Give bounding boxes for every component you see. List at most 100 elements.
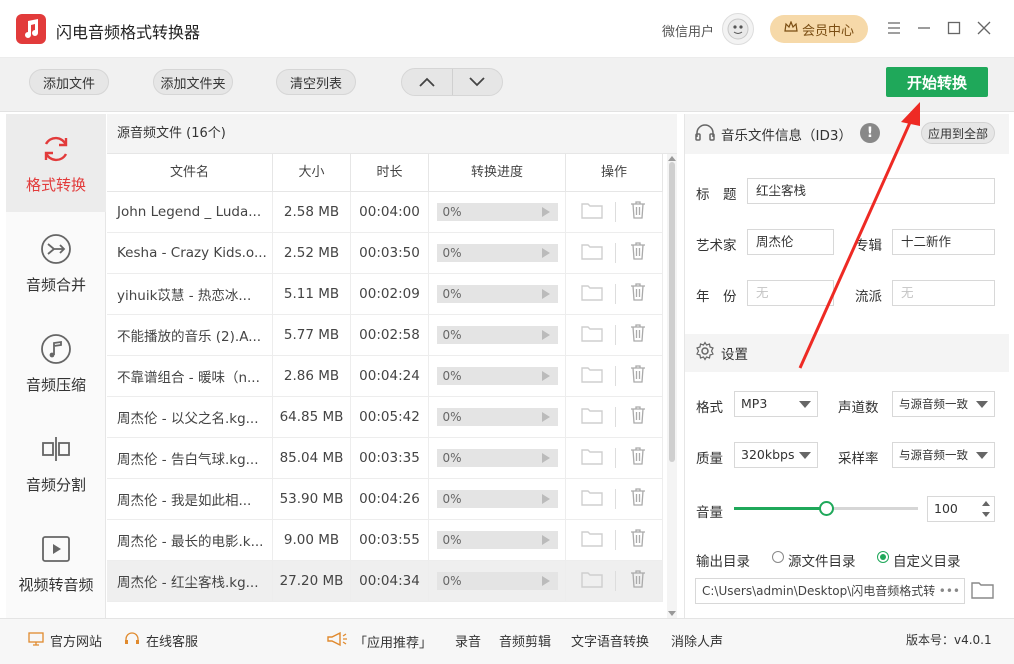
stepper-down-icon[interactable]	[982, 512, 990, 517]
progress-cell: 0%	[429, 356, 566, 396]
table-row[interactable]: 周杰伦 - 最长的电影.k... 9.00 MB 00:03:55 0%	[107, 520, 663, 561]
menu-icon[interactable]	[884, 18, 904, 38]
volume-slider-handle[interactable]	[818, 501, 834, 516]
sidebar-item-label: 音频分割	[25, 475, 86, 494]
more-icon[interactable]: •••	[939, 579, 960, 603]
avatar[interactable]	[722, 13, 754, 45]
radio-custom-dir[interactable]	[877, 551, 889, 563]
play-icon[interactable]	[541, 535, 550, 545]
table-row[interactable]: yihuik苡慧 - 热恋冰... 5.11 MB 00:02:09 0%	[107, 274, 663, 315]
play-icon[interactable]	[541, 207, 550, 217]
scrollbar[interactable]	[667, 154, 677, 618]
vip-center-button[interactable]: 会员中心	[770, 15, 868, 43]
record-link[interactable]: 录音	[455, 631, 481, 650]
folder-icon[interactable]	[580, 529, 603, 551]
scroll-up-icon[interactable]	[668, 156, 676, 161]
play-icon[interactable]	[541, 248, 550, 258]
trash-icon[interactable]	[628, 487, 648, 511]
website-link[interactable]: 官方网站	[28, 631, 102, 650]
folder-icon[interactable]	[580, 365, 603, 387]
add-file-button[interactable]: 添加文件	[29, 69, 109, 95]
sidebar-item-format-convert[interactable]: 格式转换	[6, 114, 106, 212]
info-icon[interactable]: !	[860, 123, 880, 143]
title-field[interactable]: 红尘客栈	[747, 178, 995, 204]
scroll-down-icon[interactable]	[668, 611, 676, 616]
sidebar-item-label: 视频转音频	[18, 575, 94, 594]
play-icon[interactable]	[541, 289, 550, 299]
volume-stepper[interactable]: 100	[927, 496, 995, 522]
progress-bar: 0%	[436, 244, 558, 262]
folder-icon[interactable]	[580, 283, 603, 305]
folder-icon[interactable]	[580, 570, 603, 592]
divider	[614, 571, 616, 591]
move-down-button[interactable]	[453, 69, 503, 95]
folder-icon[interactable]	[580, 406, 603, 428]
custom-dir-label[interactable]: 自定义目录	[893, 550, 961, 570]
output-path-field[interactable]: C:\Users\admin\Desktop\闪电音频格式转 •••	[695, 578, 965, 604]
trash-icon[interactable]	[628, 405, 648, 429]
vocal-remove-link[interactable]: 消除人声	[671, 631, 723, 650]
play-icon[interactable]	[541, 371, 550, 381]
artist-field[interactable]: 周杰伦	[747, 229, 834, 255]
trash-icon[interactable]	[628, 241, 648, 265]
table-row[interactable]: 不靠谱组合 - 暖味（n... 2.86 MB 00:04:24 0%	[107, 356, 663, 397]
tts-link[interactable]: 文字语音转换	[571, 631, 649, 650]
folder-icon[interactable]	[580, 447, 603, 469]
sidebar-item-audio-merge[interactable]: 音频合并	[6, 214, 106, 312]
trash-icon[interactable]	[628, 282, 648, 306]
sidebar-item-video-to-audio[interactable]: 视频转音频	[6, 514, 106, 612]
table-row[interactable]: John Legend _ Luda... 2.58 MB 00:04:00 0%	[107, 192, 663, 233]
move-up-button[interactable]	[402, 69, 453, 95]
source-dir-label[interactable]: 源文件目录	[788, 550, 856, 570]
quality-select[interactable]: 320kbps	[734, 442, 818, 468]
user-name[interactable]: 微信用户	[662, 21, 714, 40]
trash-icon[interactable]	[628, 323, 648, 347]
table-row[interactable]: 周杰伦 - 以父之名.kg... 64.85 MB 00:05:42 0%	[107, 397, 663, 438]
play-icon[interactable]	[541, 576, 550, 586]
album-field[interactable]: 十二新作	[892, 229, 995, 255]
radio-source-dir[interactable]	[772, 551, 784, 563]
channels-select[interactable]: 与源音频一致	[892, 391, 995, 417]
table-row[interactable]: 不能播放的音乐 (2).A... 5.77 MB 00:02:58 0%	[107, 315, 663, 356]
play-icon[interactable]	[541, 494, 550, 504]
table-row[interactable]: 周杰伦 - 我是如此相... 53.90 MB 00:04:26 0%	[107, 479, 663, 520]
folder-icon[interactable]	[580, 324, 603, 346]
stepper-up-icon[interactable]	[982, 501, 990, 506]
progress-cell: 0%	[429, 438, 566, 478]
clear-list-button[interactable]: 清空列表	[276, 69, 356, 95]
sidebar-item-audio-compress[interactable]: 音频压缩	[6, 314, 106, 412]
folder-icon[interactable]	[580, 242, 603, 264]
volume-label: 音量	[696, 505, 723, 521]
play-icon[interactable]	[541, 453, 550, 463]
table-row[interactable]: 周杰伦 - 告白气球.kg... 85.04 MB 00:03:35 0%	[107, 438, 663, 479]
trash-icon[interactable]	[628, 446, 648, 470]
apply-all-button[interactable]: 应用到全部	[921, 122, 995, 144]
minimize-icon[interactable]	[914, 18, 934, 38]
table-row[interactable]: Kesha - Crazy Kids.o... 2.52 MB 00:03:50 0%	[107, 233, 663, 274]
split-icon	[39, 432, 73, 466]
trash-icon[interactable]	[628, 528, 648, 552]
close-icon[interactable]	[974, 18, 994, 38]
sidebar-item-audio-split[interactable]: 音频分割	[6, 414, 106, 512]
folder-icon[interactable]	[580, 201, 603, 223]
trash-icon[interactable]	[628, 200, 648, 224]
format-select[interactable]: MP3	[734, 391, 818, 417]
trash-icon[interactable]	[628, 364, 648, 388]
start-convert-button[interactable]: 开始转换	[886, 67, 988, 97]
play-icon[interactable]	[541, 330, 550, 340]
support-link[interactable]: 在线客服	[124, 631, 198, 650]
table-row[interactable]: 周杰伦 - 红尘客栈.kg... 27.20 MB 00:04:34 0%	[107, 561, 663, 602]
play-icon[interactable]	[541, 412, 550, 422]
audio-edit-link[interactable]: 音频剪辑	[499, 631, 551, 650]
folder-icon[interactable]	[580, 488, 603, 510]
add-folder-button[interactable]: 添加文件夹	[153, 69, 233, 95]
scroll-thumb[interactable]	[669, 162, 675, 462]
trash-icon[interactable]	[628, 569, 648, 593]
year-field[interactable]: 无	[747, 280, 834, 306]
samplerate-select[interactable]: 与源音频一致	[892, 442, 995, 468]
folder-icon[interactable]	[971, 580, 995, 604]
maximize-icon[interactable]	[944, 18, 964, 38]
progress-bar: 0%	[436, 490, 558, 508]
genre-field[interactable]: 无	[892, 280, 995, 306]
file-list-panel: 源音频文件 (16个) 文件名 大小 时长 转换进度 操作 John Legen…	[107, 114, 677, 618]
